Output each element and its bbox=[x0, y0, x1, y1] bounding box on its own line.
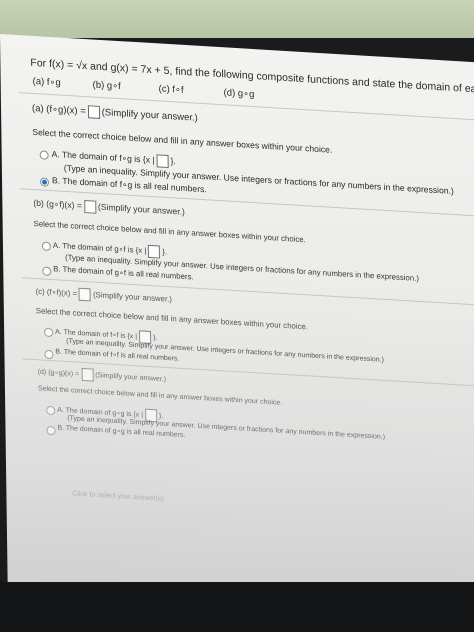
question-panel: For f(x) = √x and g(x) = 7x + 5, find th… bbox=[0, 34, 474, 611]
part-d-answer-box[interactable] bbox=[81, 367, 94, 382]
part-b-simplify-note: (Simplify your answer.) bbox=[97, 201, 185, 217]
part-d-simplify-note: (Simplify your answer.) bbox=[95, 372, 167, 384]
part-d-choice-a-radio[interactable] bbox=[46, 405, 56, 416]
part-b-row: (b) (g∘f)(x) = (Simplify your answer.) bbox=[33, 197, 185, 219]
footer-hint: Click to select your answer(s). bbox=[72, 490, 166, 503]
part-c-choice-a-radio[interactable] bbox=[44, 327, 54, 338]
part-c-simplify-note: (Simplify your answer.) bbox=[92, 290, 172, 304]
part-a-choice-a-end: }. bbox=[170, 155, 176, 167]
part-b-choice-a-radio[interactable] bbox=[41, 241, 51, 252]
part-a-answer-box[interactable] bbox=[87, 105, 100, 119]
part-label-a: (a) f∘g bbox=[32, 75, 61, 89]
part-c-choice-a-end: }. bbox=[153, 334, 158, 342]
part-label-c: (c) f∘f bbox=[158, 83, 184, 96]
part-b-choice-b-radio[interactable] bbox=[42, 266, 52, 277]
part-label-d: (d) g∘g bbox=[223, 87, 255, 101]
part-label-b: (b) g∘f bbox=[92, 79, 121, 93]
part-b-label: (b) (g∘f)(x) = bbox=[33, 197, 82, 211]
part-c-label: (c) (f∘f)(x) = bbox=[35, 286, 78, 299]
part-c-answer-box[interactable] bbox=[78, 287, 92, 302]
monitor-bezel bbox=[0, 582, 474, 632]
part-a-choice-a-radio[interactable] bbox=[39, 150, 49, 160]
part-a-label: (a) (f∘g)(x) = bbox=[31, 102, 86, 118]
part-b-choice-a-end: }. bbox=[162, 247, 168, 257]
part-c-row: (c) (f∘f)(x) = (Simplify your answer.) bbox=[35, 285, 172, 306]
browser-top-bar bbox=[0, 0, 474, 38]
part-b-domain-box[interactable] bbox=[148, 244, 161, 259]
part-b-answer-box[interactable] bbox=[83, 200, 97, 214]
part-c-choice-b-radio[interactable] bbox=[44, 349, 54, 360]
part-d-choice-a-end: }. bbox=[158, 412, 164, 421]
part-d-label: (d) (g∘g)(x) = bbox=[37, 368, 80, 379]
part-d-choice-b-radio[interactable] bbox=[46, 425, 56, 436]
part-a-choice-b-radio[interactable] bbox=[39, 177, 50, 187]
part-d-row: (d) (g∘g)(x) = (Simplify your answer.) bbox=[38, 365, 166, 386]
part-a-domain-box[interactable] bbox=[156, 154, 169, 169]
part-a-row: (a) (f∘g)(x) = (Simplify your answer.) bbox=[32, 102, 198, 125]
part-a-simplify-note: (Simplify your answer.) bbox=[101, 107, 198, 124]
